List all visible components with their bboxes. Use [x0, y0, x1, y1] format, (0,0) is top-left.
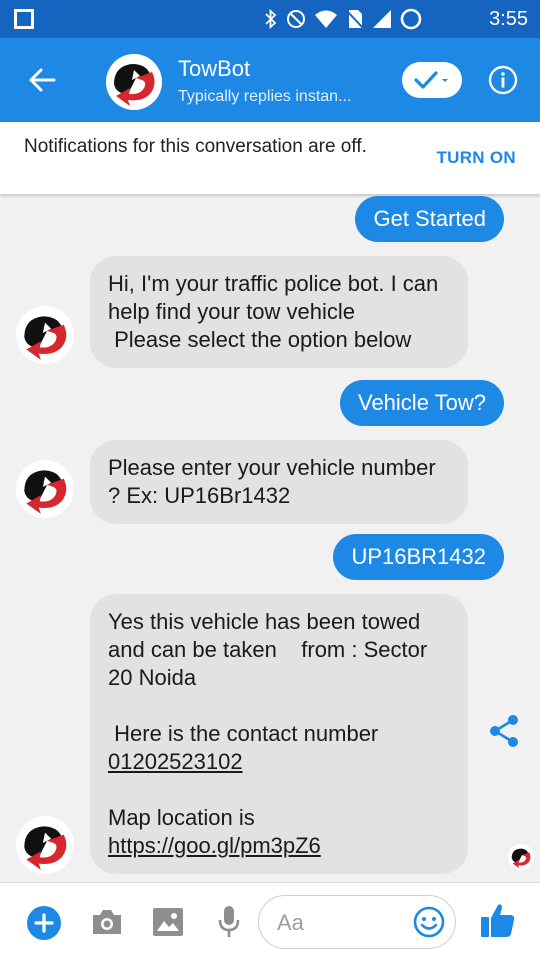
plus-icon[interactable] [26, 905, 62, 941]
bot-name: TowBot [178, 56, 251, 81]
towbot-logo-icon [24, 826, 67, 870]
bluetooth-icon [265, 9, 277, 29]
phone-link[interactable]: 01202523102 [108, 749, 243, 774]
message-list: Get Started Hi, I'm your traffic police … [0, 194, 540, 882]
check-dropdown-icon [414, 71, 448, 89]
reply-time-subtitle: Typically replies instan... [178, 88, 352, 105]
bot-avatar[interactable] [106, 54, 162, 110]
emoji-icon[interactable] [413, 906, 445, 938]
bot-avatar [16, 460, 74, 518]
turn-on-button[interactable]: TURN ON [436, 148, 516, 168]
towbot-logo-icon [24, 470, 67, 514]
image-icon[interactable] [152, 907, 184, 937]
status-bar: 3:55 [0, 0, 540, 38]
clock: 3:55 [489, 8, 528, 30]
camera-icon[interactable] [90, 907, 124, 937]
towbot-logo-icon [106, 54, 162, 110]
message-composer: Aa [0, 882, 540, 960]
battery-saver-icon [400, 8, 422, 30]
bot-message[interactable]: Hi, I'm your traffic police bot. I can h… [90, 256, 468, 368]
notification-banner: Notifications for this conversation are … [0, 122, 540, 194]
message-input-placeholder: Aa [277, 910, 304, 935]
arrow-left-icon[interactable] [24, 62, 60, 98]
conversation-header: TowBot Typically replies instan... [0, 38, 540, 122]
message-input[interactable]: Aa [258, 895, 456, 949]
bot-message-text: Yes this vehicle has been towed and can … [108, 609, 428, 746]
notification-text: Notifications for this conversation are … [24, 136, 367, 157]
verify-button[interactable] [402, 62, 462, 98]
bot-avatar [16, 306, 74, 364]
user-message[interactable]: Get Started [355, 196, 504, 242]
towbot-logo-icon [24, 316, 67, 360]
share-icon[interactable] [488, 714, 520, 748]
bot-avatar [16, 816, 74, 874]
notification-square-icon [14, 9, 34, 29]
map-prefix: Map location is [108, 805, 261, 830]
bot-message[interactable]: Please enter your vehicle number ? Ex: U… [90, 440, 468, 524]
thumbs-up-icon[interactable] [480, 901, 516, 939]
info-icon[interactable] [488, 65, 518, 95]
towbot-logo-icon [511, 848, 531, 869]
signal-icon [373, 10, 391, 28]
microphone-icon[interactable] [218, 905, 240, 939]
do-not-disturb-icon [287, 10, 305, 28]
status-icons [264, 8, 422, 30]
user-message[interactable]: UP16BR1432 [333, 534, 504, 580]
wifi-icon [315, 10, 337, 28]
map-link[interactable]: https://goo.gl/pm3pZ6 [108, 833, 321, 858]
bot-message[interactable]: Yes this vehicle has been towed and can … [90, 594, 468, 874]
no-sim-icon [346, 10, 364, 29]
user-message[interactable]: Vehicle Tow? [339, 380, 504, 426]
seen-indicator-avatar [508, 844, 534, 870]
